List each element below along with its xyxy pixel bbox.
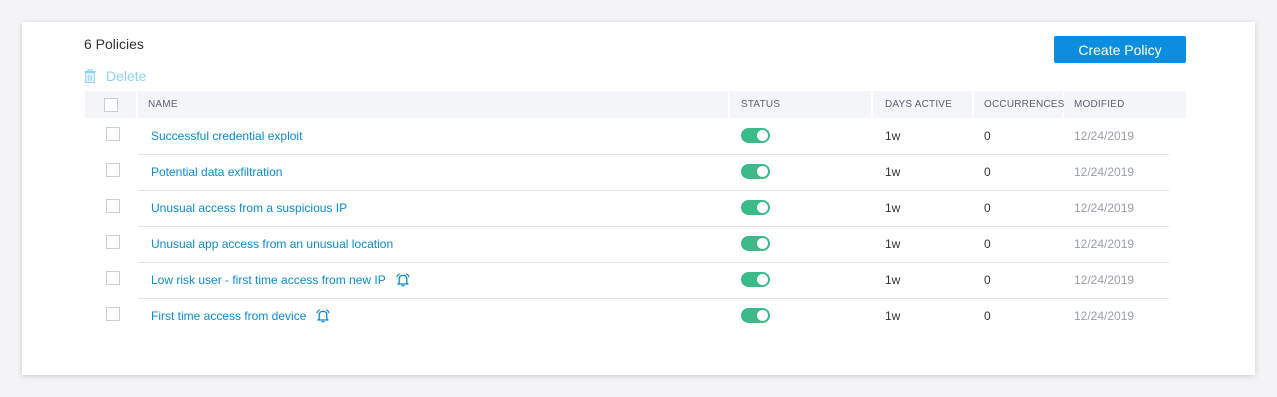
column-header-days-active[interactable]: DAYS ACTIVE [873, 91, 972, 118]
days-active: 1w [885, 128, 901, 143]
delete-label: Delete [106, 68, 147, 84]
policy-count: 6 Policies [84, 36, 144, 52]
modified-date: 12/24/2019 [1074, 200, 1135, 215]
trash-icon [84, 69, 96, 83]
policy-name-text: Low risk user - first time access from n… [151, 272, 386, 287]
occurrences: 0 [984, 200, 991, 215]
row-checkbox[interactable] [106, 163, 120, 177]
row-checkbox[interactable] [106, 199, 120, 213]
column-header-status[interactable]: STATUS [730, 91, 871, 118]
status-toggle[interactable] [741, 236, 770, 251]
policy-name-text: Unusual access from a suspicious IP [151, 200, 348, 215]
days-active: 1w [885, 236, 901, 251]
bell-refresh-icon[interactable] [396, 272, 411, 287]
table-row: First time access from device 1w 0 12/24… [106, 298, 1169, 334]
modified-date: 12/24/2019 [1074, 164, 1135, 179]
days-active: 1w [885, 164, 901, 179]
days-active: 1w [885, 200, 901, 215]
table-row: Successful credential exploit 1w 0 12/24… [106, 118, 1169, 155]
policy-name-link[interactable]: Low risk user - first time access from n… [151, 262, 411, 297]
policy-name-link[interactable]: First time access from device [151, 298, 331, 333]
row-checkbox[interactable] [106, 271, 120, 285]
table-row: Unusual app access from an unusual locat… [106, 226, 1169, 263]
policy-name-link[interactable]: Potential data exfiltration [151, 154, 282, 189]
policy-name-text: Potential data exfiltration [151, 164, 283, 179]
policies-panel: 6 Policies Create Policy Delete NAME STA… [22, 22, 1255, 375]
column-header-occurrences[interactable]: OCCURRENCES [974, 91, 1064, 118]
modified-date: 12/24/2019 [1074, 272, 1135, 287]
days-active: 1w [885, 272, 901, 287]
policy-name-link[interactable]: Successful credential exploit [151, 118, 302, 153]
occurrences: 0 [984, 272, 991, 287]
select-all-cell [85, 91, 136, 118]
delete-button[interactable]: Delete [84, 67, 146, 85]
policy-name-link[interactable]: Unusual access from a suspicious IP [151, 190, 347, 225]
status-toggle[interactable] [741, 272, 770, 287]
policy-name-text: Successful credential exploit [151, 128, 303, 143]
modified-date: 12/24/2019 [1074, 308, 1135, 323]
modified-date: 12/24/2019 [1074, 236, 1135, 251]
table-header: NAME STATUS DAYS ACTIVE OCCURRENCES MODI… [22, 91, 1255, 118]
policy-name-text: First time access from device [151, 308, 307, 323]
row-checkbox[interactable] [106, 127, 120, 141]
days-active: 1w [885, 308, 901, 323]
column-header-modified[interactable]: MODIFIED [1064, 91, 1186, 118]
policy-name-link[interactable]: Unusual app access from an unusual locat… [151, 226, 393, 261]
row-checkbox[interactable] [106, 235, 120, 249]
status-toggle[interactable] [741, 128, 770, 143]
bell-refresh-icon[interactable] [316, 308, 331, 323]
occurrences: 0 [984, 236, 991, 251]
occurrences: 0 [984, 308, 991, 323]
column-header-name[interactable]: NAME [138, 91, 728, 118]
occurrences: 0 [984, 128, 991, 143]
select-all-checkbox[interactable] [103, 97, 118, 112]
modified-date: 12/24/2019 [1074, 128, 1135, 143]
occurrences: 0 [984, 164, 991, 179]
row-checkbox[interactable] [106, 307, 120, 321]
create-policy-button[interactable]: Create Policy [1054, 36, 1186, 63]
table-row: Unusual access from a suspicious IP 1w 0… [106, 190, 1169, 227]
table-row: Potential data exfiltration 1w 0 12/24/2… [106, 154, 1169, 191]
status-toggle[interactable] [741, 308, 770, 323]
status-toggle[interactable] [741, 164, 770, 179]
table-row: Low risk user - first time access from n… [106, 262, 1169, 299]
policy-name-text: Unusual app access from an unusual locat… [151, 236, 394, 251]
status-toggle[interactable] [741, 200, 770, 215]
